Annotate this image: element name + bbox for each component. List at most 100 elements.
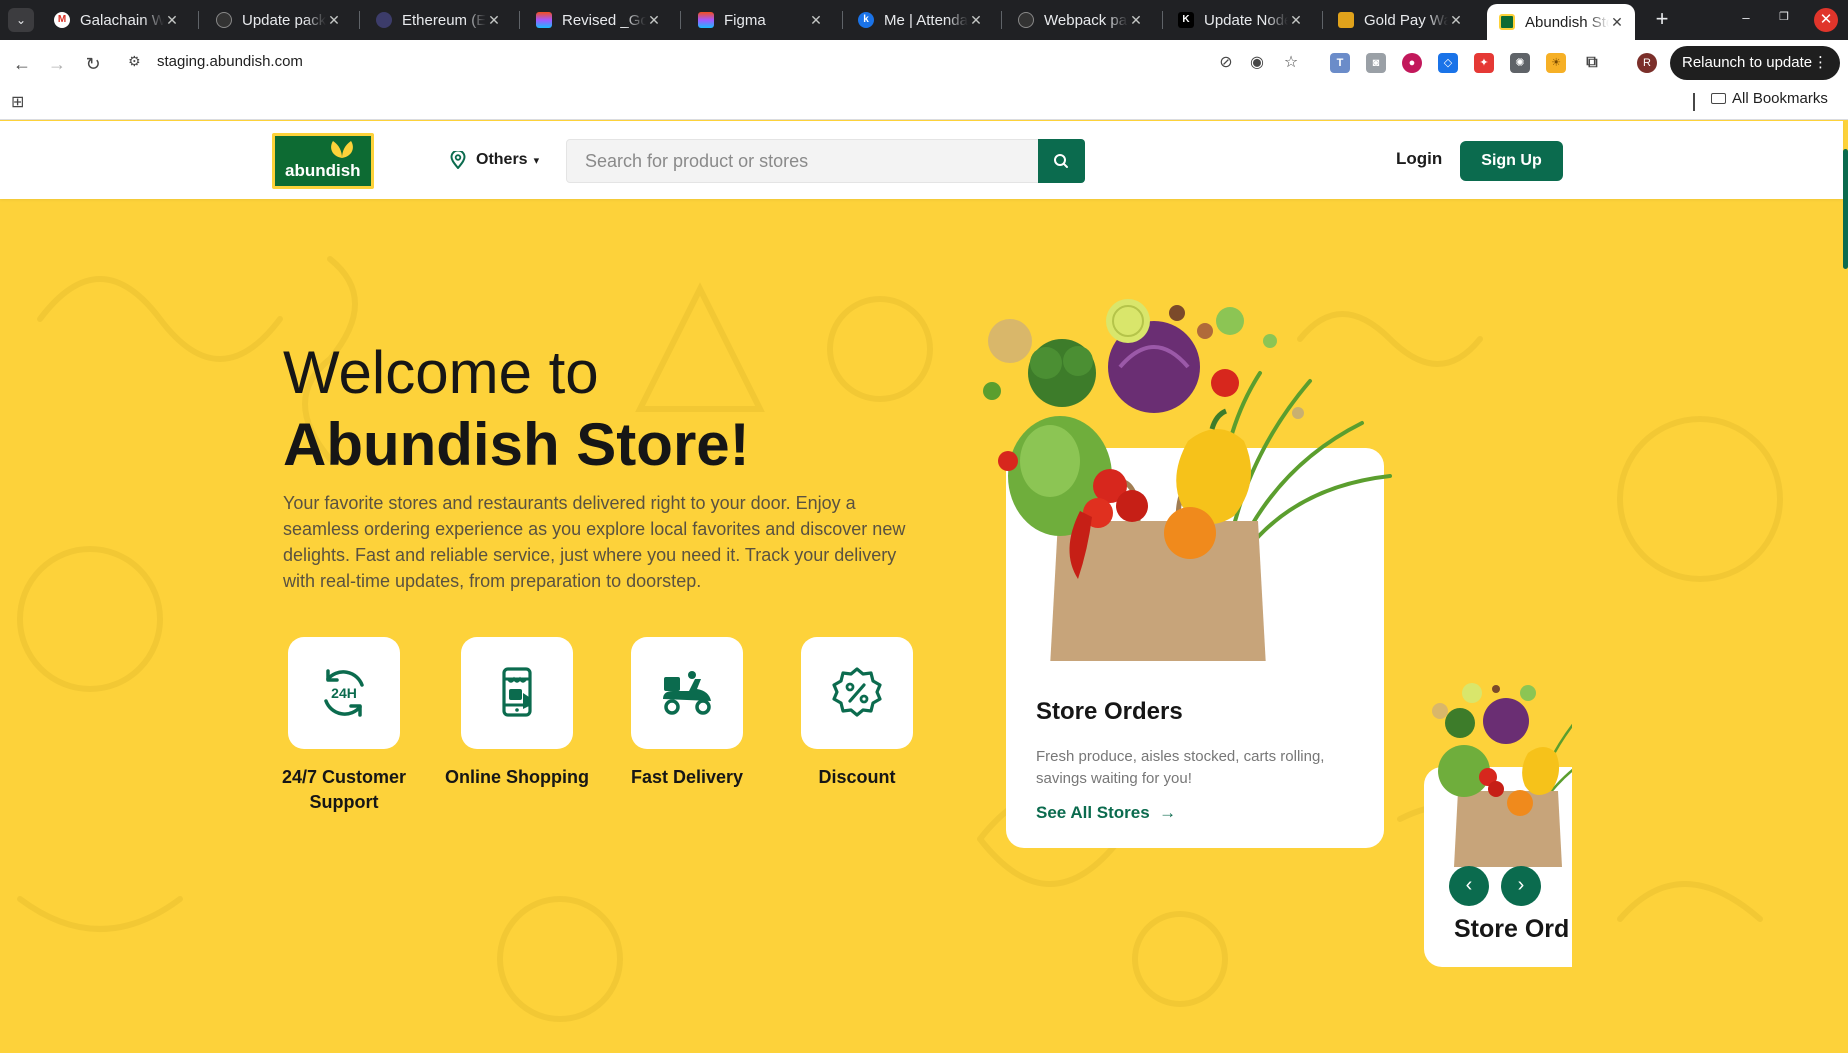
browser-tab[interactable]: M Galachain Wallet ✕ xyxy=(42,4,190,36)
hero-title: Welcome to Abundish Store! xyxy=(283,337,750,481)
location-pin-icon xyxy=(450,151,466,169)
all-bookmarks-label: All Bookmarks xyxy=(1732,90,1828,107)
more-menu-icon: ⋮ xyxy=(1813,54,1828,71)
abundish-icon xyxy=(1499,14,1515,30)
feature-online-shopping: Online Shopping xyxy=(432,637,602,790)
browser-tab[interactable]: Figma ✕ xyxy=(686,4,834,36)
abundish-logo[interactable]: abundish xyxy=(272,133,374,189)
apps-grid-icon[interactable]: ⊞ xyxy=(11,92,24,112)
browser-tab[interactable]: k Me | Attendance ✕ xyxy=(846,4,994,36)
close-tab-icon[interactable]: ✕ xyxy=(1609,14,1625,31)
k-icon: K xyxy=(1178,12,1194,28)
carousel-next-button[interactable]: › xyxy=(1501,866,1541,906)
tab-title: Revised _Gold xyxy=(562,11,646,29)
feature-icon-box xyxy=(631,637,743,749)
figma-icon xyxy=(536,12,552,28)
figma-icon xyxy=(698,12,714,28)
url-text[interactable]: staging.abundish.com xyxy=(157,53,303,70)
restore-icon[interactable]: ❐ xyxy=(1774,10,1794,23)
chevron-left-icon: ‹ xyxy=(1465,874,1473,896)
extension-blue-icon[interactable]: ◇ xyxy=(1438,53,1458,73)
feature-fast-delivery: Fast Delivery xyxy=(602,637,772,790)
site-info-icon[interactable]: ⚙ xyxy=(128,53,141,70)
ethereum-icon xyxy=(376,12,392,28)
tab-title: Update packages xyxy=(242,11,326,29)
extensions-puzzle-icon[interactable]: ⧉ xyxy=(1582,53,1602,73)
chevron-right-icon: › xyxy=(1517,874,1525,896)
folder-icon xyxy=(1711,93,1726,104)
github-icon xyxy=(216,12,232,28)
mobile-shopping-icon xyxy=(502,667,532,717)
minimize-icon[interactable]: – xyxy=(1736,10,1756,25)
extension-translate-icon[interactable]: T xyxy=(1330,53,1350,73)
browser-tab[interactable]: Gold Pay Wallet ✕ xyxy=(1326,4,1474,36)
eye-off-icon[interactable]: ◉ xyxy=(1246,52,1268,74)
search-button[interactable] xyxy=(1038,139,1085,183)
extension-colorpicker-icon[interactable]: ● xyxy=(1402,53,1422,73)
feature-label: Discount xyxy=(818,767,896,787)
profile-avatar[interactable]: R xyxy=(1637,53,1657,73)
close-window-icon[interactable]: ✕ xyxy=(1814,8,1838,32)
tab-title: Webpack path xyxy=(1044,11,1128,29)
extension-gear-icon[interactable]: ✺ xyxy=(1510,53,1530,73)
login-link[interactable]: Login xyxy=(1396,149,1442,169)
browser-tab[interactable]: Revised _Gold ✕ xyxy=(524,4,672,36)
grocery-bag-illustration xyxy=(983,299,1392,661)
close-tab-icon[interactable]: ✕ xyxy=(808,12,824,29)
location-selector[interactable]: Others ▾ xyxy=(450,151,539,169)
reload-icon[interactable]: ↻ xyxy=(79,50,107,78)
discount-badge-icon xyxy=(832,667,882,717)
close-tab-icon[interactable]: ✕ xyxy=(164,12,180,29)
close-tab-icon[interactable]: ✕ xyxy=(1448,12,1464,29)
page-viewport: abundish Others ▾ Login Sign Up Welcome … xyxy=(0,121,1848,1053)
feature-customer-support: 24H 24/7 Customer Support xyxy=(259,637,429,815)
bookmark-star-icon[interactable]: ☆ xyxy=(1280,52,1302,74)
new-tab-icon[interactable]: + xyxy=(1650,8,1674,32)
logo-text: abundish xyxy=(285,161,361,180)
close-tab-icon[interactable]: ✕ xyxy=(1128,12,1144,29)
arrow-right-icon: → xyxy=(1154,803,1177,822)
close-tab-icon[interactable]: ✕ xyxy=(326,12,342,29)
see-all-stores-link[interactable]: See All Stores → xyxy=(1036,803,1176,823)
card-title: Store Orders xyxy=(1036,698,1183,725)
browser-tab[interactable]: K Update Node ✕ xyxy=(1166,4,1314,36)
svg-text:24H: 24H xyxy=(331,685,357,701)
feature-discount: Discount xyxy=(772,637,942,790)
carousel-card-clip: Store Ord xyxy=(1424,421,1572,981)
hero-title-line-2: Abundish Store! xyxy=(283,411,750,478)
tab-title: Gold Pay Wallet xyxy=(1364,11,1448,29)
leaf-icon xyxy=(331,141,353,158)
signup-button[interactable]: Sign Up xyxy=(1460,141,1563,181)
close-tab-icon[interactable]: ✕ xyxy=(1288,12,1304,29)
browser-tab[interactable]: Ethereum (ETH) ✕ xyxy=(364,4,512,36)
browser-tab[interactable]: Update packages ✕ xyxy=(204,4,352,36)
extension-sun-icon[interactable]: ☀ xyxy=(1546,53,1566,73)
browser-tab-active[interactable]: Abundish Store ✕ xyxy=(1487,4,1635,40)
tracking-off-icon[interactable]: ⊘ xyxy=(1215,52,1237,74)
carousel-prev-button[interactable]: ‹ xyxy=(1449,866,1489,906)
back-icon[interactable]: ← xyxy=(8,50,36,78)
relaunch-button[interactable]: Relaunch to update ⋮ xyxy=(1670,46,1840,80)
tab-title: Me | Attendance xyxy=(884,11,968,29)
scrollbar-thumb[interactable] xyxy=(1843,149,1848,269)
browser-tab[interactable]: Webpack path ✕ xyxy=(1006,4,1154,36)
close-tab-icon[interactable]: ✕ xyxy=(486,12,502,29)
chevron-down-icon: ▾ xyxy=(533,154,540,167)
see-all-stores-label: See All Stores xyxy=(1036,803,1150,822)
search-box xyxy=(566,139,1084,183)
extension-camera-icon[interactable]: ◙ xyxy=(1366,53,1386,73)
feature-label: Fast Delivery xyxy=(630,767,744,787)
feature-icon-box: 24H xyxy=(288,637,400,749)
all-bookmarks-button[interactable]: All Bookmarks xyxy=(1711,90,1828,107)
location-label: Others xyxy=(476,151,528,168)
forward-icon[interactable]: → xyxy=(43,50,71,78)
tab-title: Ethereum (ETH) xyxy=(402,11,486,29)
tab-title: Update Node xyxy=(1204,11,1288,29)
search-input[interactable] xyxy=(585,140,1025,182)
tab-search-chevron-icon[interactable]: ⌄ xyxy=(8,8,34,32)
close-tab-icon[interactable]: ✕ xyxy=(968,12,984,29)
feature-icon-box xyxy=(461,637,573,749)
extension-butterfly-icon[interactable]: ✦ xyxy=(1474,53,1494,73)
close-tab-icon[interactable]: ✕ xyxy=(646,12,662,29)
bookmarks-bar xyxy=(0,86,1848,120)
